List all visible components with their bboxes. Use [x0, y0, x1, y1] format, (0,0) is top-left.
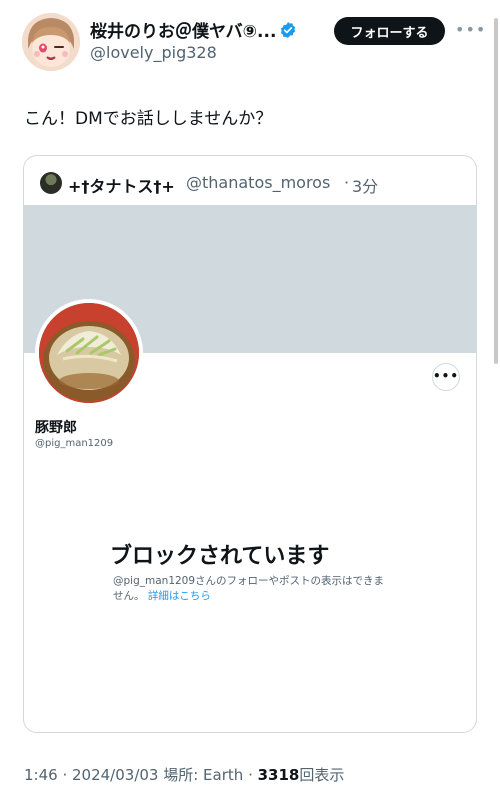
quoted-tweet-card[interactable]: +†タナトス†+ @thanatos_moros · 3分 ••• 豚野郎 @p…: [23, 155, 477, 733]
blocked-title: ブロックされています: [110, 544, 330, 569]
author-avatar[interactable]: [22, 13, 80, 71]
tweet-date[interactable]: 2024/03/03: [72, 766, 158, 784]
separator-dot: ·: [344, 173, 350, 192]
author-name[interactable]: 桜井のりお＠僕ヤバ⑨...: [90, 17, 297, 44]
meta-separator: ·: [243, 766, 258, 784]
quoted-author-handle[interactable]: @thanatos_moros: [186, 173, 330, 192]
quoted-author-avatar[interactable]: [40, 172, 62, 194]
ramen-photo: [39, 303, 139, 403]
views-count: 3318: [257, 766, 300, 784]
blocked-message: @pig_man1209さんのフォローやポストの表示はできません。 詳細はこちら: [113, 574, 391, 604]
tweet-text: こん！DMでお話ししませんか？: [24, 109, 273, 129]
quoted-author-name[interactable]: +†タナトス†+: [68, 173, 175, 197]
profile-handle[interactable]: @pig_man1209: [35, 438, 113, 449]
tweet-metadata: 1:46 · 2024/03/03 場所: Earth · 3318回表示: [24, 764, 344, 785]
meta-separator: ·: [57, 766, 72, 784]
author-name-text[interactable]: 桜井のりお＠僕ヤバ⑨...: [90, 22, 276, 42]
tweet-header: 桜井のりお＠僕ヤバ⑨... @lovely_pig328 フォローする •••: [0, 0, 500, 80]
profile-picture[interactable]: [35, 299, 143, 407]
profile-more-options-icon[interactable]: •••: [432, 363, 460, 391]
follow-button[interactable]: フォローする: [334, 17, 445, 45]
verified-badge-icon: [279, 21, 297, 44]
details-link[interactable]: 詳細はこちら: [148, 590, 211, 602]
author-handle[interactable]: @lovely_pig328: [90, 43, 217, 62]
more-options-icon[interactable]: •••: [455, 20, 485, 40]
profile-name[interactable]: 豚野郎: [35, 417, 77, 437]
quoted-tweet-time[interactable]: 3分: [352, 173, 378, 197]
tweet-location: 場所: Earth: [158, 766, 244, 784]
scrollbar[interactable]: [494, 18, 498, 364]
tweet-time[interactable]: 1:46: [24, 766, 58, 784]
views-label: 回表示: [299, 766, 345, 784]
avatar-illustration: [22, 13, 80, 71]
